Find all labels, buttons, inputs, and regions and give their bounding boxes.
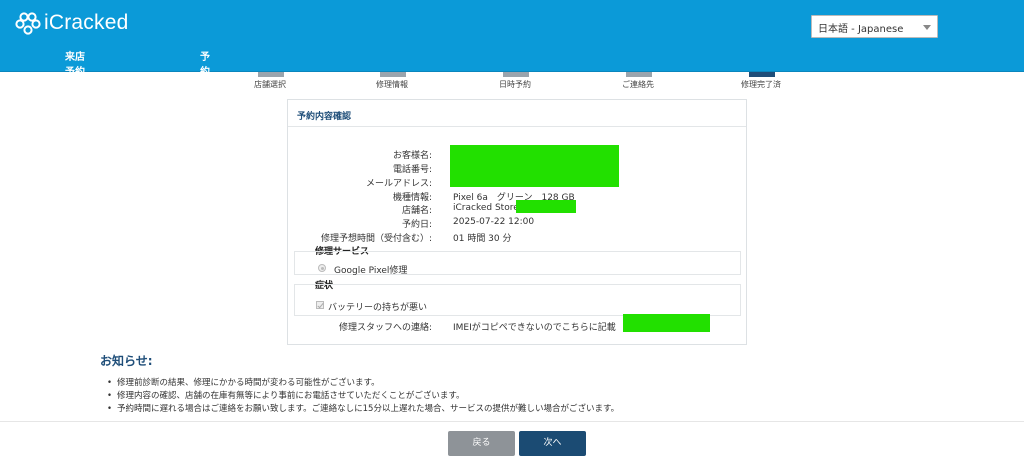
customer-name-label: お客様名:	[392, 151, 432, 161]
notice-item: 修理内容の確認、店舗の在庫有無等により事前にお電話させていただくことがございます…	[107, 390, 619, 403]
panel-title: 予約内容確認	[288, 100, 746, 127]
notice-list: 修理前診断の結果、修理にかかる時間が変わる可能性がございます。 修理内容の確認、…	[107, 377, 619, 416]
redacted-imei	[623, 314, 710, 332]
step-indicator-date	[503, 72, 529, 77]
back-button[interactable]: 戻る	[448, 431, 515, 456]
flower-logo-icon	[15, 12, 41, 35]
step-label-store: 店舗選択	[254, 80, 286, 89]
step-indicator-repair-info	[380, 72, 406, 77]
nav-make-reservation[interactable]: 予約する	[200, 48, 210, 108]
phone-label: 電話番号:	[392, 165, 432, 175]
duration-label: 修理予想時間（受付含む）:	[320, 234, 432, 244]
next-button[interactable]: 次へ	[519, 431, 586, 456]
date-label: 予約日:	[401, 220, 432, 230]
step-label-contact: ご連絡先	[622, 80, 654, 89]
notice-item: 修理前診断の結果、修理にかかる時間が変わる可能性がございます。	[107, 377, 619, 390]
redacted-contact-info	[450, 145, 619, 187]
redacted-store-name	[516, 200, 576, 213]
notice-title: お知らせ:	[100, 354, 153, 368]
symptom-checkbox[interactable]	[316, 301, 324, 309]
staff-note-label: 修理スタッフへの連絡:	[338, 323, 432, 333]
footer-divider	[0, 421, 1024, 422]
email-label: メールアドレス:	[365, 179, 432, 189]
service-option-label: Google Pixel修理	[334, 266, 408, 276]
date-value: 2025-07-22 12:00	[453, 217, 535, 227]
service-radio[interactable]	[318, 264, 326, 272]
service-section: Google Pixel修理	[294, 251, 741, 276]
store-value: iCracked Store	[453, 203, 519, 213]
duration-value: 01 時間 30 分	[453, 234, 512, 244]
header: iCracked 日本語 - Japanese 来店予約照会・キャンセル 予約す…	[0, 0, 1024, 153]
step-label-repair-info: 修理情報	[376, 80, 408, 89]
staff-note-value: IMEIがコピペできないのでこちらに記載	[453, 323, 616, 333]
chevron-down-icon	[923, 25, 931, 30]
step-indicator-store	[258, 72, 284, 77]
symptom-section: バッテリーの持ちが悪い	[294, 284, 741, 316]
icracked-logo[interactable]: iCracked	[14, 7, 128, 39]
notice-item: 予約時間に遅れる場合はご連絡をお願い致します。ご連絡なしに15分以上遅れた場合、…	[107, 403, 619, 416]
symptom-option-label: バッテリーの持ちが悪い	[328, 303, 428, 313]
nav-reservation-lookup[interactable]: 来店予約照会・キャンセル	[65, 48, 85, 153]
store-label: 店舗名:	[401, 206, 432, 216]
step-label-complete: 修理完了済	[741, 80, 781, 89]
logo-text: iCracked	[44, 11, 129, 34]
language-select-value: 日本語 - Japanese	[818, 24, 904, 35]
device-label: 機種情報:	[392, 193, 432, 203]
language-select[interactable]: 日本語 - Japanese	[811, 15, 938, 38]
step-label-date: 日時予約	[499, 80, 531, 89]
confirmation-panel: 予約内容確認 お客様名: 電話番号: メールアドレス: 機種情報: Pixel …	[287, 99, 747, 345]
step-indicator-contact	[626, 72, 652, 77]
step-indicator-complete	[749, 72, 775, 77]
